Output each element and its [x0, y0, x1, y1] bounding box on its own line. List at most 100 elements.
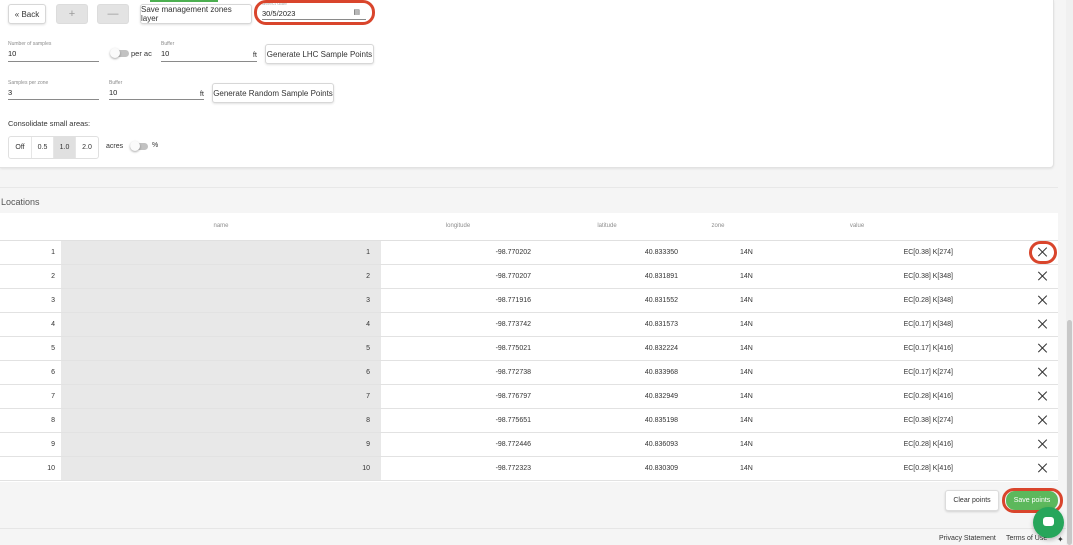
delete-row-close-icon[interactable]	[1037, 246, 1049, 258]
name-cell[interactable]: 5	[366, 345, 370, 352]
name-cell-background[interactable]	[61, 337, 381, 360]
latitude-cell: 40.835198	[644, 417, 678, 424]
value-cell: EC[0.28] K[416]	[903, 465, 953, 472]
twitter-icon[interactable]: ✦	[1057, 535, 1064, 544]
consolidate-option-0-5[interactable]: 0.5	[32, 137, 54, 158]
name-cell[interactable]: 3	[366, 297, 370, 304]
longitude-cell: -98.773742	[495, 321, 531, 328]
column-header-longitude[interactable]: longitude	[446, 223, 470, 229]
save-zones-layer-button[interactable]: Save management zones layer	[140, 4, 252, 24]
name-cell-background[interactable]	[61, 457, 381, 480]
zoom-in-button[interactable]: +	[56, 4, 88, 24]
privacy-statement-link[interactable]: Privacy Statement	[939, 535, 996, 542]
column-header-value[interactable]: value	[850, 223, 864, 229]
name-cell-background[interactable]	[61, 241, 381, 264]
table-header: name longitude latitude zone value	[0, 213, 1058, 241]
consolidate-option-off[interactable]: Off	[9, 137, 32, 158]
locations-title: Locations	[1, 197, 40, 207]
name-cell[interactable]: 7	[366, 393, 370, 400]
delete-row-close-icon[interactable]	[1037, 342, 1049, 354]
date-value[interactable]: 30/5/2023	[262, 9, 295, 18]
consolidate-option-2-0[interactable]: 2.0	[76, 137, 98, 158]
consolidate-segmented-control[interactable]: Off 0.5 1.0 2.0	[8, 136, 99, 159]
page-scrollbar[interactable]	[1066, 0, 1073, 545]
number-of-samples-value[interactable]: 10	[8, 49, 16, 58]
zone-cell: 14N	[740, 249, 753, 256]
name-cell[interactable]: 8	[366, 417, 370, 424]
per-ac-toggle[interactable]	[110, 48, 129, 58]
zoom-out-button[interactable]: —	[97, 4, 129, 24]
random-buffer-label: Buffer	[109, 80, 123, 86]
generate-lhc-button[interactable]: Generate LHC Sample Points	[265, 44, 374, 64]
delete-row-close-icon[interactable]	[1037, 414, 1049, 426]
zone-cell: 14N	[740, 321, 753, 328]
zone-cell: 14N	[740, 345, 753, 352]
name-cell-background[interactable]	[61, 265, 381, 288]
delete-row-close-icon[interactable]	[1037, 438, 1049, 450]
table-row[interactable]: 6 6 -98.772738 40.833968 14N EC[0.17] K[274]	[0, 361, 1058, 385]
delete-row-close-icon[interactable]	[1037, 366, 1049, 378]
longitude-cell: -98.772446	[495, 441, 531, 448]
date-picker-field[interactable]: Select date 30/5/2023 ▤	[262, 1, 366, 20]
name-cell-background[interactable]	[61, 409, 381, 432]
samples-per-zone-field[interactable]: Samples per zone 3	[8, 80, 99, 100]
value-cell: EC[0.28] K[416]	[903, 393, 953, 400]
zone-cell: 14N	[740, 273, 753, 280]
delete-row-close-icon[interactable]	[1037, 462, 1049, 474]
delete-row-close-icon[interactable]	[1037, 390, 1049, 402]
table-row[interactable]: 8 8 -98.775651 40.835198 14N EC[0.38] K[274]	[0, 409, 1058, 433]
table-row[interactable]: 9 9 -98.772446 40.836093 14N EC[0.28] K[416]	[0, 433, 1058, 457]
table-row[interactable]: 3 3 -98.771916 40.831552 14N EC[0.28] K[348]	[0, 289, 1058, 313]
consolidate-label: Consolidate small areas:	[8, 119, 91, 128]
name-cell[interactable]: 6	[366, 369, 370, 376]
name-cell[interactable]: 1	[366, 249, 370, 256]
table-row[interactable]: 2 2 -98.770207 40.831891 14N EC[0.38] K[348]	[0, 265, 1058, 289]
column-header-latitude[interactable]: latitude	[597, 223, 616, 229]
table-row[interactable]: 5 5 -98.775021 40.832224 14N EC[0.17] K[416]	[0, 337, 1058, 361]
name-cell[interactable]: 10	[362, 465, 370, 472]
samples-per-zone-value[interactable]: 3	[8, 88, 12, 97]
footer: Privacy Statement Terms of Use ✦	[0, 528, 1073, 545]
random-buffer-field[interactable]: Buffer 10 ft	[109, 80, 204, 100]
table-row[interactable]: 1 1 -98.770202 40.833350 14N EC[0.38] K[274]	[0, 241, 1058, 265]
name-cell[interactable]: 2	[366, 273, 370, 280]
name-cell[interactable]: 4	[366, 321, 370, 328]
back-button[interactable]: « Back	[8, 4, 46, 24]
lhc-buffer-field[interactable]: Buffer 10 ft	[161, 41, 257, 62]
name-cell-background[interactable]	[61, 289, 381, 312]
lhc-buffer-unit: ft	[252, 50, 257, 59]
delete-row-close-icon[interactable]	[1037, 294, 1049, 306]
name-cell-background[interactable]	[61, 433, 381, 456]
column-header-name[interactable]: name	[213, 223, 228, 229]
clear-points-button[interactable]: Clear points	[945, 490, 999, 511]
value-cell: EC[0.28] K[416]	[903, 441, 953, 448]
name-cell[interactable]: 9	[366, 441, 370, 448]
table-row[interactable]: 4 4 -98.773742 40.831573 14N EC[0.17] K[348]	[0, 313, 1058, 337]
lhc-buffer-value[interactable]: 10	[161, 49, 169, 58]
row-index: 9	[51, 441, 55, 448]
value-cell: EC[0.17] K[416]	[903, 345, 953, 352]
consolidate-option-1-0[interactable]: 1.0	[54, 137, 76, 158]
number-of-samples-field[interactable]: Number of samples 10	[8, 41, 99, 62]
name-cell-background[interactable]	[61, 361, 381, 384]
zone-cell: 14N	[740, 297, 753, 304]
generate-random-button[interactable]: Generate Random Sample Points	[212, 83, 334, 103]
column-header-zone[interactable]: zone	[711, 223, 724, 229]
delete-row-close-icon[interactable]	[1037, 318, 1049, 330]
row-index: 7	[51, 393, 55, 400]
random-buffer-value[interactable]: 10	[109, 88, 117, 97]
calendar-icon[interactable]: ▤	[353, 8, 360, 16]
table-row[interactable]: 10 10 -98.772323 40.830309 14N EC[0.28] K[416…	[0, 457, 1058, 481]
locations-table: name longitude latitude zone value 1 1 -98…	[0, 213, 1058, 482]
field-underline	[161, 61, 257, 62]
table-row[interactable]: 7 7 -98.776797 40.832949 14N EC[0.28] K[416]	[0, 385, 1058, 409]
scrollbar-thumb[interactable]	[1067, 320, 1072, 545]
acres-percent-toggle[interactable]	[130, 141, 148, 151]
random-buffer-unit: ft	[199, 89, 204, 98]
zone-cell: 14N	[740, 369, 753, 376]
zone-cell: 14N	[740, 417, 753, 424]
name-cell-background[interactable]	[61, 313, 381, 336]
chat-icon[interactable]	[1033, 507, 1064, 538]
delete-row-close-icon[interactable]	[1037, 270, 1049, 282]
name-cell-background[interactable]	[61, 385, 381, 408]
